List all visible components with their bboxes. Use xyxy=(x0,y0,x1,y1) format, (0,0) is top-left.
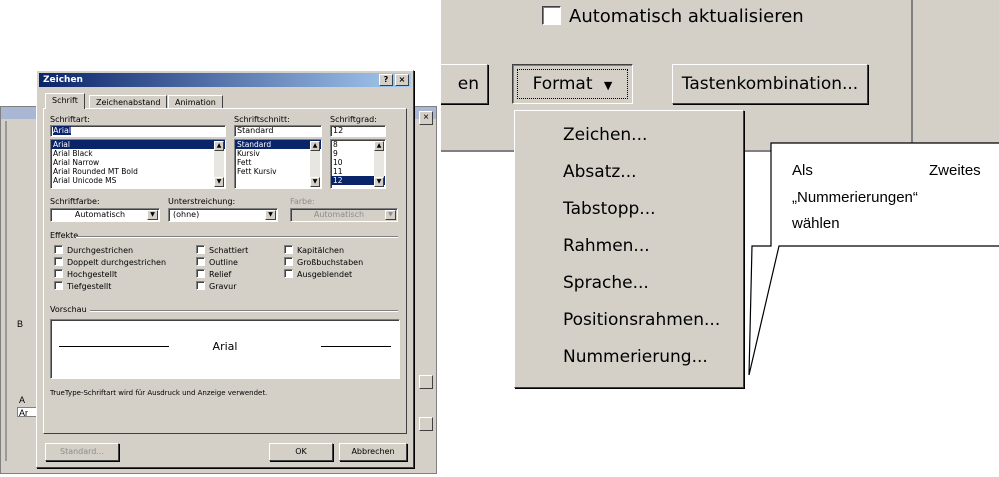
underline-color-label: Farbe: xyxy=(290,197,315,206)
zeichen-dialog: Zeichen ? × Schrift Zeichenabstand Anima… xyxy=(36,70,414,468)
effect-allcaps-checkbox[interactable]: Großbuchstaben xyxy=(284,257,363,268)
background-label: Ar xyxy=(19,408,28,418)
preview-label: Vorschau xyxy=(50,305,87,314)
cancel-button[interactable]: Abbrechen xyxy=(339,443,407,461)
effects-divider xyxy=(76,236,398,238)
scroll-down-icon[interactable]: ▼ xyxy=(214,177,224,187)
dialog-title: Zeichen xyxy=(43,75,83,85)
effect-double-strikethrough-checkbox[interactable]: Doppelt durchgestrichen xyxy=(54,257,166,268)
effect-relief-checkbox[interactable]: Relief xyxy=(196,269,231,280)
truetype-info: TrueType-Schriftart wird für Ausdruck un… xyxy=(50,389,268,397)
size-list-scrollbar[interactable]: ▲ ▼ xyxy=(374,141,384,187)
callout-bubble xyxy=(748,142,999,376)
tab-zeichenabstand[interactable]: Zeichenabstand xyxy=(89,95,168,109)
background-label: A xyxy=(19,395,26,405)
standard-button[interactable]: Standard... xyxy=(45,443,119,461)
preview-box: Arial xyxy=(50,319,400,379)
callout-line-1-left: Als xyxy=(792,162,813,179)
background-close-button[interactable]: × xyxy=(419,111,433,125)
preview-divider xyxy=(90,310,398,312)
effect-engrave-checkbox[interactable]: Gravur xyxy=(196,281,236,292)
font-list-item[interactable]: Arial Black xyxy=(51,149,225,158)
dialog-titlebar: Zeichen ? × xyxy=(39,73,411,87)
effect-subscript-checkbox[interactable]: Tiefgestellt xyxy=(54,281,111,292)
style-list-item[interactable]: Kursiv xyxy=(235,149,321,158)
style-list[interactable]: Standard Kursiv Fett Fett Kursiv ▲ ▼ xyxy=(234,139,322,189)
style-input[interactable]: Standard xyxy=(234,125,322,137)
font-list-item[interactable]: Arial xyxy=(51,140,225,149)
font-list-scrollbar[interactable]: ▲ ▼ xyxy=(214,141,224,187)
font-input[interactable]: Arial xyxy=(50,125,226,137)
size-input[interactable]: 12 xyxy=(330,125,386,137)
font-color-select[interactable]: Automatisch ▼ xyxy=(50,208,160,222)
chevron-down-icon[interactable]: ▼ xyxy=(385,210,396,220)
callout-line-3: wählen xyxy=(792,215,840,232)
style-list-item[interactable]: Fett Kursiv xyxy=(235,167,321,176)
font-list-item[interactable]: Arial Rounded MT Bold xyxy=(51,167,225,176)
font-list-item[interactable]: Arial Narrow xyxy=(51,158,225,167)
style-label: Schriftschnitt: xyxy=(234,115,290,124)
style-list-item[interactable]: Standard xyxy=(235,140,321,149)
effect-superscript-checkbox[interactable]: Hochgestellt xyxy=(54,269,117,280)
effect-shadow-checkbox[interactable]: Schattiert xyxy=(196,245,248,256)
underline-label: Unterstreichung: xyxy=(168,197,236,206)
effect-hidden-checkbox[interactable]: Ausgeblendet xyxy=(284,269,352,280)
underline-select[interactable]: (ohne) ▼ xyxy=(168,208,278,222)
style-list-scrollbar[interactable]: ▲ ▼ xyxy=(310,141,320,187)
font-color-label: Schriftfarbe: xyxy=(50,197,100,206)
underline-color-select[interactable]: Automatisch ▼ xyxy=(290,208,398,222)
background-side-button[interactable] xyxy=(419,417,433,431)
scroll-up-icon[interactable]: ▲ xyxy=(310,141,320,151)
effect-smallcaps-checkbox[interactable]: Kapitälchen xyxy=(284,245,344,256)
scroll-down-icon[interactable]: ▼ xyxy=(374,177,384,187)
background-window-edge xyxy=(5,121,7,461)
font-list[interactable]: Arial Arial Black Arial Narrow Arial Rou… xyxy=(50,139,226,189)
ok-button[interactable]: OK xyxy=(269,443,333,461)
effects-label: Effekte xyxy=(50,231,79,240)
effect-strikethrough-checkbox[interactable]: Durchgestrichen xyxy=(54,245,133,256)
help-button[interactable]: ? xyxy=(379,74,393,86)
preview-text: Arial xyxy=(212,340,238,353)
background-side-button[interactable] xyxy=(419,375,433,389)
size-list[interactable]: 8 9 10 11 12 ▲ ▼ xyxy=(330,139,386,189)
schrift-tab-panel: Schriftart: Arial Arial Arial Black Aria… xyxy=(43,108,407,434)
callout-line-2: „Nummerierungen“ xyxy=(792,189,918,206)
font-label: Schriftart: xyxy=(50,115,90,124)
format-menu-screenshot: Automatisch aktualisieren en Format ▼ Ta… xyxy=(441,0,999,426)
close-button[interactable]: × xyxy=(395,74,409,86)
scroll-up-icon[interactable]: ▲ xyxy=(374,141,384,151)
callout-line-1-right: Zweites xyxy=(929,162,981,179)
tab-animation[interactable]: Animation xyxy=(168,95,223,109)
scroll-down-icon[interactable]: ▼ xyxy=(310,177,320,187)
scroll-up-icon[interactable]: ▲ xyxy=(214,141,224,151)
tab-schrift[interactable]: Schrift xyxy=(45,93,85,109)
chevron-down-icon[interactable]: ▼ xyxy=(265,210,276,220)
effect-outline-checkbox[interactable]: Outline xyxy=(196,257,238,268)
background-label: B xyxy=(17,319,24,329)
chevron-down-icon[interactable]: ▼ xyxy=(147,210,158,220)
style-list-item[interactable]: Fett xyxy=(235,158,321,167)
font-list-item[interactable]: Arial Unicode MS xyxy=(51,176,225,185)
size-label: Schriftgrad: xyxy=(330,115,377,124)
